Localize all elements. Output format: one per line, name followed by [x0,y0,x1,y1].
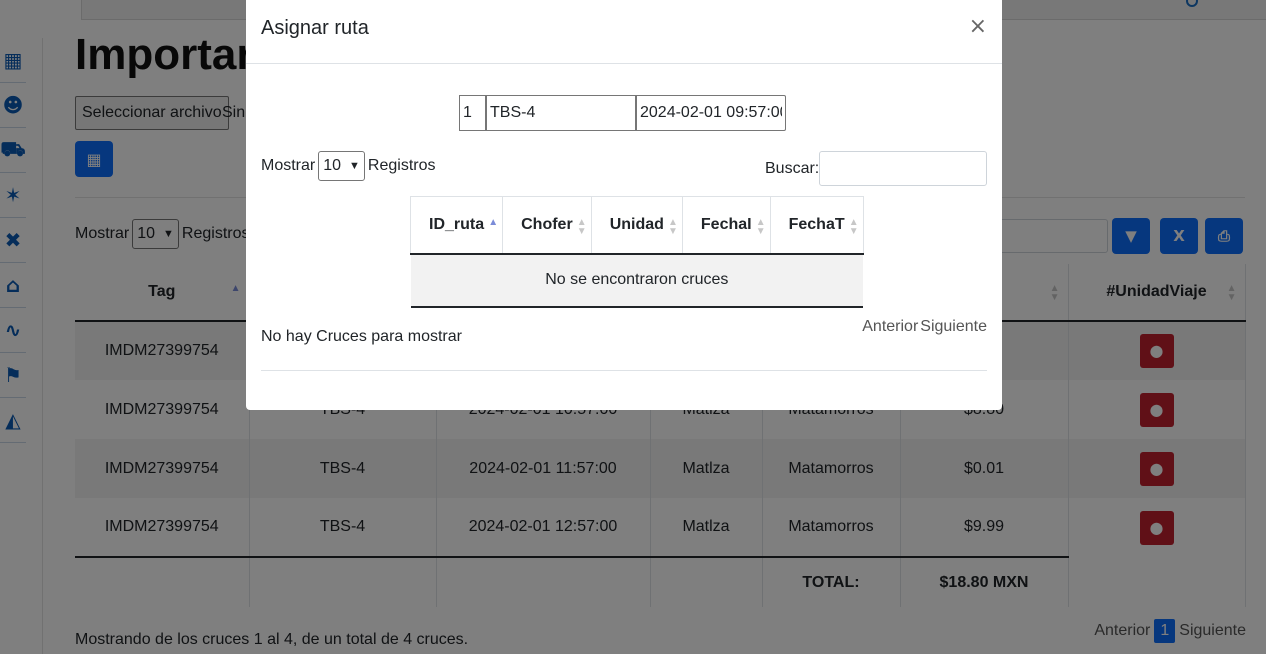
pager-next[interactable]: Siguiente [920,318,987,336]
modal-pagination: Anterior Siguiente [862,318,987,336]
search-label: Buscar: [765,160,820,177]
col-header-label: ID_ruta [429,215,485,233]
col-header-unidad[interactable]: Unidad ▲ ▼ [591,196,683,255]
modal-header: Asignar ruta × [246,0,1002,64]
records-label: Registros [367,157,436,174]
routes-table: ID_ruta ▲ Chofer ▲ ▼ Unidad ▲ ▼ FechaI ▲ ▼ Fech… [409,196,864,308]
table-header-row: ID_ruta ▲ Chofer ▲ ▼ Unidad ▲ ▼ FechaI ▲ ▼ Fech… [409,196,864,255]
modal-table-info: No hay Cruces para mostrar [261,328,462,345]
show-label: Mostrar [261,157,316,174]
pager-prev[interactable]: Anterior [862,318,918,336]
col-header-label: Unidad [609,215,664,233]
assign-route-modal: Asignar ruta × Mostrar 10 ▼ Registros Bus… [246,0,1002,410]
close-icon[interactable]: × [969,14,987,39]
modal-page-length-select[interactable]: 10 ▼ [318,151,365,181]
col-header-label: Chofer [521,215,573,233]
col-header-fechai[interactable]: FechaI ▲ ▼ [682,196,771,255]
empty-message: No se encontraron cruces [410,253,864,308]
route-inputs [459,95,786,131]
modal-page-length-control: Mostrar 10 ▼ Registros [261,151,436,181]
chevron-down-icon: ▼ [349,160,360,172]
modal-title: Asignar ruta [261,17,369,39]
sort-icon: ▲▼ [848,217,859,237]
sort-icon: ▲▼ [668,217,678,237]
table-row: No se encontraron cruces [410,253,864,308]
route-unit-field[interactable] [486,95,636,131]
sort-icon: ▲▼ [576,217,587,237]
modal-footer-divider [261,370,987,371]
col-header-chofer[interactable]: Chofer ▲ ▼ [502,196,592,255]
route-date-field[interactable] [636,95,786,131]
modal-search-input[interactable] [819,151,987,186]
col-header-label: FechaI [700,215,752,233]
col-header-fechat[interactable]: FechaT ▲ ▼ [770,196,864,255]
route-id-field[interactable] [459,95,486,131]
col-header-id-ruta[interactable]: ID_ruta ▲ [409,196,504,255]
sort-icon: ▲▼ [755,217,766,237]
page-length-value: 10 [323,157,342,174]
col-header-label: FechaT [788,215,845,233]
sort-asc-icon: ▲ [488,217,499,228]
